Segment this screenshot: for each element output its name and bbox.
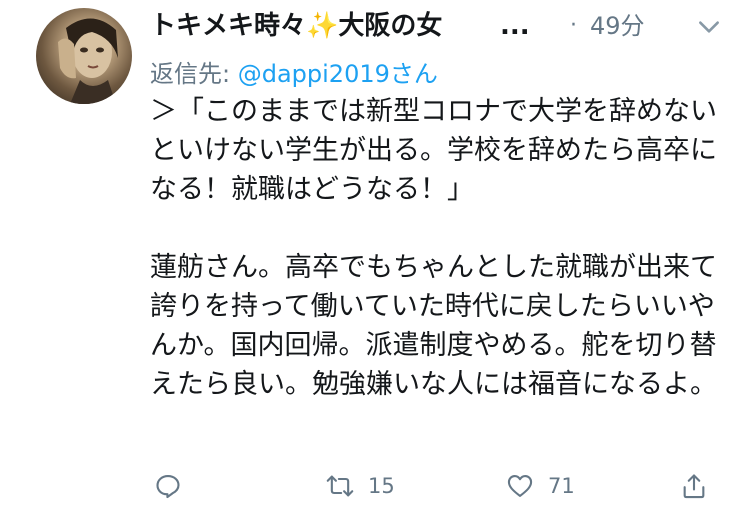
share-button[interactable] [680,464,708,508]
separator: · [570,13,577,38]
action-bar: 15 71 [150,464,730,508]
like-count: 71 [548,474,575,498]
reply-to: 返信先: @dappi2019さん [150,56,438,92]
tweet-header: トキメキ時々✨大阪の女 ... · 49分 [150,6,730,46]
reply-handle-link[interactable]: @dappi2019 [238,60,390,88]
tweet-paragraph: ＞「このままでは新型コロナで大学を辞めないといけない学生が出る。学校を辞めたら高… [150,96,717,205]
tweet[interactable]: トキメキ時々✨大阪の女 ... · 49分 返信先: @dappi2019さん … [0,0,750,516]
retweet-button[interactable]: 15 [326,464,395,508]
reply-prefix: 返信先: [150,60,238,88]
reply-suffix: さん [389,60,438,88]
avatar-image [58,18,118,104]
avatar[interactable] [36,8,132,104]
display-name-rest: 大阪の女 [338,11,443,41]
chevron-down-icon[interactable] [696,14,722,40]
reply-icon [156,475,180,499]
timestamp[interactable]: 49分 [590,6,645,46]
like-button[interactable]: 71 [506,464,575,508]
reply-button[interactable] [154,464,182,508]
sparkle-icon: ✨ [306,11,339,41]
tweet-paragraph: 蓮舫さん。高卒でもちゃんとした就職が出来て誇りを持って働いていた時代に戻したらい… [150,252,717,400]
retweet-count: 15 [368,474,395,498]
display-name-text: トキメキ時々 [150,11,307,41]
display-name[interactable]: トキメキ時々✨大阪の女 [150,6,442,46]
retweet-icon [326,475,354,497]
name-truncation: ... [500,11,530,41]
share-icon [683,474,705,499]
heart-icon [507,475,533,497]
tweet-text: ＞「このままでは新型コロナで大学を辞めないといけない学生が出る。学校を辞めたら高… [150,92,730,404]
